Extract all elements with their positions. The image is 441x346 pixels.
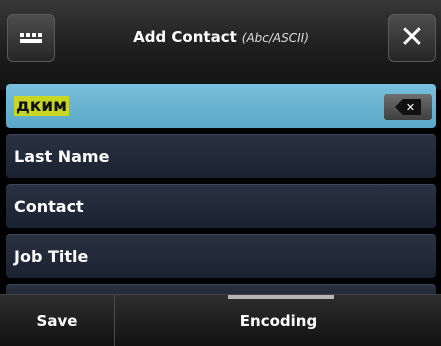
last-name-label: Last Name	[14, 147, 110, 166]
close-icon: ✕	[399, 20, 425, 55]
title-text: Add Contact	[133, 28, 237, 46]
backspace-icon: ✕	[395, 99, 421, 115]
contact-field[interactable]: Contact	[6, 184, 436, 228]
keyboard-button[interactable]	[7, 14, 55, 62]
page-title: Add Contact (Abc/ASCII)	[60, 28, 382, 46]
close-button[interactable]: ✕	[388, 14, 436, 62]
contact-label: Contact	[14, 197, 84, 216]
job-title-label: Job Title	[14, 247, 89, 266]
softkey-bar: Save Encoding	[0, 294, 441, 346]
job-title-field[interactable]: Job Title	[6, 234, 436, 278]
last-name-field[interactable]: Last Name	[6, 134, 436, 178]
title-subtitle: (Abc/ASCII)	[241, 31, 309, 45]
encoding-softkey[interactable]: Encoding	[116, 295, 441, 346]
save-softkey[interactable]: Save	[0, 295, 115, 346]
backspace-button[interactable]: ✕	[384, 94, 432, 120]
first-name-value: дким	[14, 96, 70, 116]
header-bar: Add Contact (Abc/ASCII) ✕	[0, 0, 441, 90]
first-name-field[interactable]: дким ✕	[6, 84, 436, 128]
keyboard-icon	[20, 33, 42, 43]
